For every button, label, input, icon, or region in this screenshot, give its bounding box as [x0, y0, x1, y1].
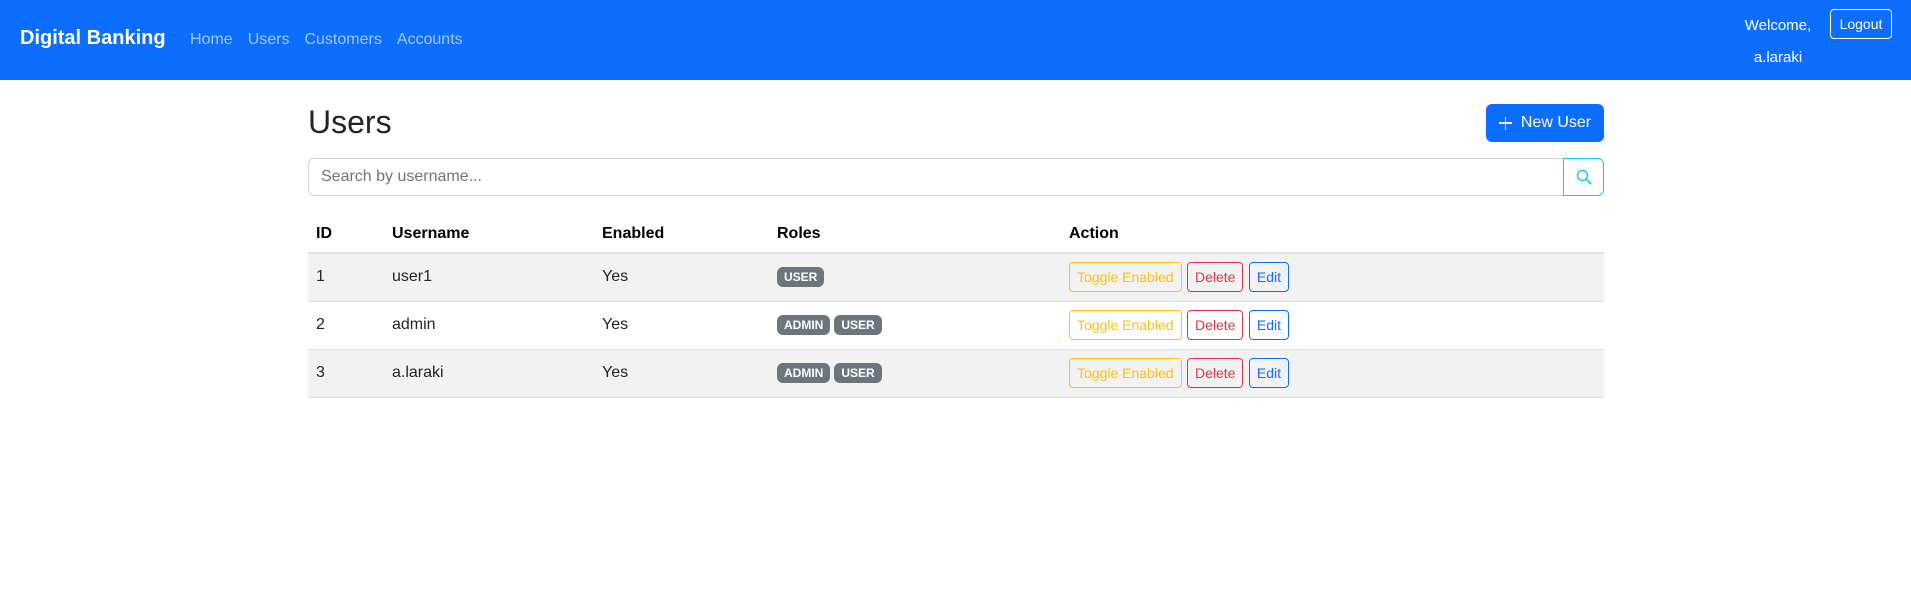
brand-logo-text[interactable]: Digital Banking	[20, 27, 166, 50]
new-user-button[interactable]: New User	[1486, 104, 1604, 142]
search-button[interactable]	[1563, 158, 1604, 196]
cell-username: a.laraki	[384, 349, 594, 398]
table-row: 1 user1 Yes USER Toggle Enabled Delete E…	[308, 253, 1604, 302]
new-user-label: New User	[1520, 114, 1592, 131]
edit-button[interactable]: Edit	[1248, 262, 1290, 293]
delete-button[interactable]: Delete	[1186, 262, 1244, 293]
toggle-enabled-button[interactable]: Toggle Enabled	[1069, 262, 1182, 293]
cell-roles: ADMIN USER	[769, 349, 1061, 398]
cell-username: admin	[384, 301, 594, 350]
search-input[interactable]	[308, 158, 1564, 196]
plus-icon	[1498, 116, 1512, 130]
role-badge: USER	[834, 363, 882, 383]
toggle-enabled-button[interactable]: Toggle Enabled	[1069, 358, 1182, 388]
delete-button[interactable]: Delete	[1186, 310, 1244, 340]
header-roles: Roles	[769, 216, 1061, 254]
top-navbar: Digital Banking Home Users Customers Acc…	[0, 0, 1911, 80]
nav-link-users[interactable]: Users	[248, 31, 290, 49]
search-icon	[1576, 169, 1592, 185]
role-badge: ADMIN	[777, 315, 831, 335]
welcome-username: a.laraki	[1753, 49, 1803, 66]
cell-id: 3	[308, 349, 384, 398]
welcome-message: Welcome, a.laraki	[1742, 10, 1814, 74]
cell-actions: Toggle Enabled Delete Edit	[1061, 253, 1604, 302]
page-title: Users	[308, 104, 392, 140]
table-row: 2 admin Yes ADMIN USER Toggle Enabled Del…	[308, 301, 1604, 350]
users-table: ID Username Enabled Roles Action 1 user1…	[308, 216, 1604, 398]
nav-link-accounts[interactable]: Accounts	[397, 31, 463, 49]
header-username: Username	[384, 216, 594, 254]
edit-button[interactable]: Edit	[1248, 310, 1290, 340]
cell-enabled: Yes	[594, 301, 769, 350]
table-header-row: ID Username Enabled Roles Action	[308, 216, 1604, 254]
cell-actions: Toggle Enabled Delete Edit	[1061, 301, 1604, 350]
cell-enabled: Yes	[594, 349, 769, 398]
delete-button[interactable]: Delete	[1186, 358, 1244, 388]
header-id: ID	[308, 216, 384, 254]
nav-link-home[interactable]: Home	[190, 31, 233, 49]
header-action: Action	[1061, 216, 1604, 254]
cell-actions: Toggle Enabled Delete Edit	[1061, 349, 1604, 398]
cell-enabled: Yes	[594, 253, 769, 302]
nav-links: Home Users Customers Accounts	[190, 31, 478, 49]
header-enabled: Enabled	[594, 216, 769, 254]
cell-id: 1	[308, 253, 384, 302]
logout-button[interactable]: Logout	[1830, 9, 1892, 39]
toggle-enabled-button[interactable]: Toggle Enabled	[1069, 310, 1182, 340]
role-badge: ADMIN	[777, 363, 831, 383]
cell-roles: USER	[769, 253, 1061, 302]
cell-roles: ADMIN USER	[769, 301, 1061, 350]
cell-username: user1	[384, 253, 594, 302]
edit-button[interactable]: Edit	[1248, 358, 1290, 388]
cell-id: 2	[308, 301, 384, 350]
nav-link-customers[interactable]: Customers	[304, 31, 381, 49]
table-row: 3 a.laraki Yes ADMIN USER Toggle Enabled …	[308, 349, 1604, 398]
welcome-label: Welcome,	[1744, 17, 1812, 34]
role-badge: USER	[777, 267, 825, 288]
role-badge: USER	[834, 315, 882, 335]
